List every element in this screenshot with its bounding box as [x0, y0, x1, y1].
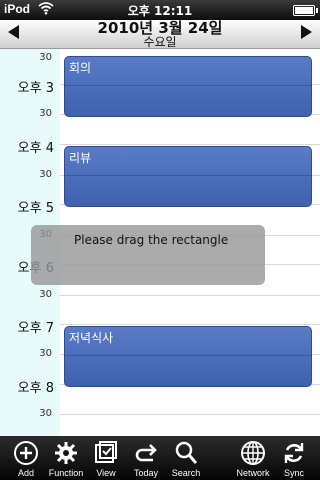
hour-line: [60, 144, 320, 145]
drag-hint-text: Please drag the rectangle: [74, 233, 229, 247]
half-hour-label: 30: [39, 348, 52, 359]
event-block[interactable]: 회의: [64, 56, 312, 117]
half-hour-line: [65, 85, 311, 86]
network-button[interactable]: Network: [236, 436, 270, 480]
half-hour-label: 30: [39, 408, 52, 419]
hour-label: 오후 7: [17, 321, 54, 336]
status-bar: iPod 오후 12:11: [0, 0, 320, 20]
hour-label: 오후 4: [17, 141, 54, 156]
search-icon: [173, 440, 199, 466]
event-block[interactable]: 저녁식사: [64, 326, 312, 387]
status-time: 오후 12:11: [127, 4, 193, 18]
date-nav-bar: 2010년 3월 24일 수요일: [0, 20, 320, 49]
view-icon: [93, 440, 119, 466]
sync-button[interactable]: Sync: [280, 436, 308, 480]
hour-line: [60, 324, 320, 325]
search-button[interactable]: Search: [172, 436, 200, 480]
event-block[interactable]: 리뷰: [64, 146, 312, 207]
half-hour-label: 30: [39, 108, 52, 119]
nav-date: 2010년 3월 24일: [97, 19, 223, 37]
today-button[interactable]: Today: [132, 436, 160, 480]
half-hour-line: [60, 414, 320, 415]
half-hour-label: 30: [39, 289, 52, 300]
half-hour-label: 30: [39, 169, 52, 180]
view-button[interactable]: View: [92, 436, 120, 480]
add-button[interactable]: Add: [12, 436, 40, 480]
gear-icon: [53, 440, 79, 466]
hour-label: 오후 5: [17, 201, 54, 216]
half-hour-line: [65, 355, 311, 356]
bottom-toolbar: Add Function View Today Search Network S…: [0, 436, 320, 480]
sync-icon: [281, 440, 307, 466]
battery-icon: [293, 5, 318, 16]
today-arrow-icon: [133, 440, 159, 466]
add-icon: [13, 440, 39, 466]
nav-weekday: 수요일: [143, 35, 177, 49]
half-hour-line: [60, 295, 320, 296]
next-day-arrow-icon[interactable]: [301, 25, 312, 39]
half-hour-line: [65, 175, 311, 176]
search-label: Search: [171, 468, 201, 478]
function-button[interactable]: Function: [49, 436, 83, 480]
hour-label: 오후 8: [17, 381, 54, 396]
globe-icon: [240, 440, 266, 466]
hour-label: 오후 3: [17, 81, 54, 96]
half-hour-label: 30: [39, 52, 52, 63]
event-title: 리뷰: [69, 151, 92, 165]
drag-rectangle[interactable]: Please drag the rectangle: [31, 225, 265, 285]
event-title: 저녁식사: [69, 331, 114, 345]
event-title: 회의: [69, 61, 92, 75]
sync-label: Sync: [283, 468, 304, 478]
